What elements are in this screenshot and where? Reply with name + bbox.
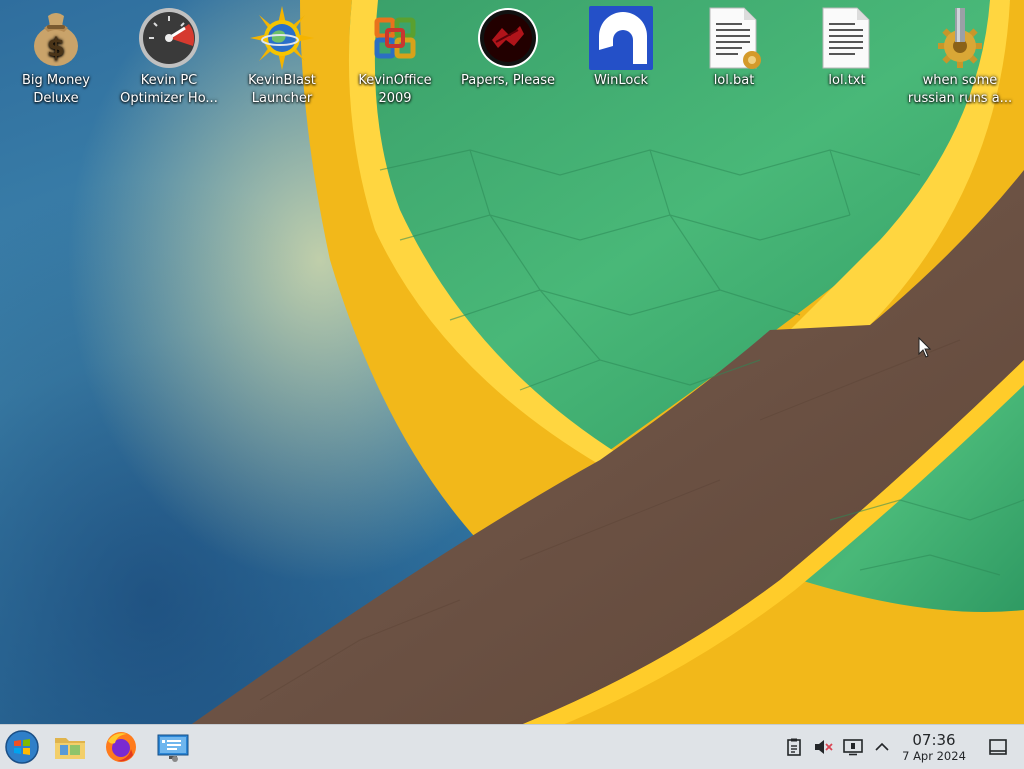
icon-label: lol.txt [828, 73, 866, 88]
volume-muted-icon [815, 740, 833, 754]
money-bag-icon: $ [24, 6, 88, 70]
mouse-cursor [918, 336, 932, 363]
svg-text:$: $ [47, 33, 65, 63]
icon-label: Kevin PC Optimizer Ho... [120, 73, 218, 106]
firefox-button[interactable] [103, 729, 139, 765]
globe-sun-icon [250, 6, 314, 70]
remote-desktop-button[interactable] [155, 729, 191, 765]
gear-executable-icon [928, 6, 992, 70]
tray-expand[interactable] [872, 737, 892, 757]
taskbar: 07:36 7 Apr 2024 [0, 724, 1024, 769]
clock-date: 7 Apr 2024 [902, 749, 966, 763]
chevron-up-icon [875, 742, 889, 751]
icon-label: when some russian runs a... [907, 73, 1013, 106]
icon-label: Big Money Deluxe [21, 73, 90, 106]
batch-file-icon [702, 6, 766, 70]
folder-icon [55, 738, 85, 759]
text-file-icon [815, 6, 879, 70]
show-desktop-button[interactable] [988, 737, 1008, 757]
file-manager-button[interactable] [52, 729, 88, 765]
clock[interactable]: 07:36 7 Apr 2024 [896, 731, 972, 764]
icon-label: WinLock [593, 73, 649, 88]
desktop-wallpaper [0, 0, 1024, 768]
clock-time: 07:36 [912, 731, 956, 749]
firefox-icon [106, 732, 136, 762]
windows-orb-icon [5, 730, 39, 764]
start-button[interactable] [4, 729, 40, 765]
display-tray[interactable] [843, 737, 863, 757]
display-icon [843, 739, 863, 756]
winlock-icon [589, 6, 653, 70]
desktop-icon-kevinoffice-2009[interactable]: KevinOffice 2009 [339, 6, 451, 108]
office-logo-icon [363, 6, 427, 70]
icon-label: KevinOffice 2009 [358, 73, 432, 106]
speedometer-icon [137, 6, 201, 70]
icon-label: lol.bat [713, 73, 755, 88]
desktop-icon-lol-bat[interactable]: lol.bat [678, 6, 790, 90]
desktop-icon-winlock[interactable]: WinLock [565, 6, 677, 90]
icon-label: KevinBlast Launcher [248, 73, 316, 106]
desktop-icon-lol-txt[interactable]: lol.txt [791, 6, 903, 90]
desktop-icon-papers-please[interactable]: Papers, Please [452, 6, 564, 90]
papers-please-icon [476, 6, 540, 70]
desktop-icon-russian-exe[interactable]: when some russian runs a... [904, 6, 1016, 108]
desktop-icon-kevinblast-launcher[interactable]: KevinBlast Launcher [226, 6, 338, 108]
desktop-icon-kevin-pc-optimizer[interactable]: Kevin PC Optimizer Ho... [113, 6, 225, 108]
desktop-icon-big-money-deluxe[interactable]: $ Big Money Deluxe [0, 6, 112, 108]
clipboard-tray[interactable] [784, 737, 804, 757]
monitor-app-icon [157, 734, 189, 762]
clipboard-icon [787, 738, 801, 756]
show-desktop-icon [989, 739, 1007, 755]
icon-label: Papers, Please [460, 73, 556, 88]
volume-tray[interactable] [813, 737, 833, 757]
